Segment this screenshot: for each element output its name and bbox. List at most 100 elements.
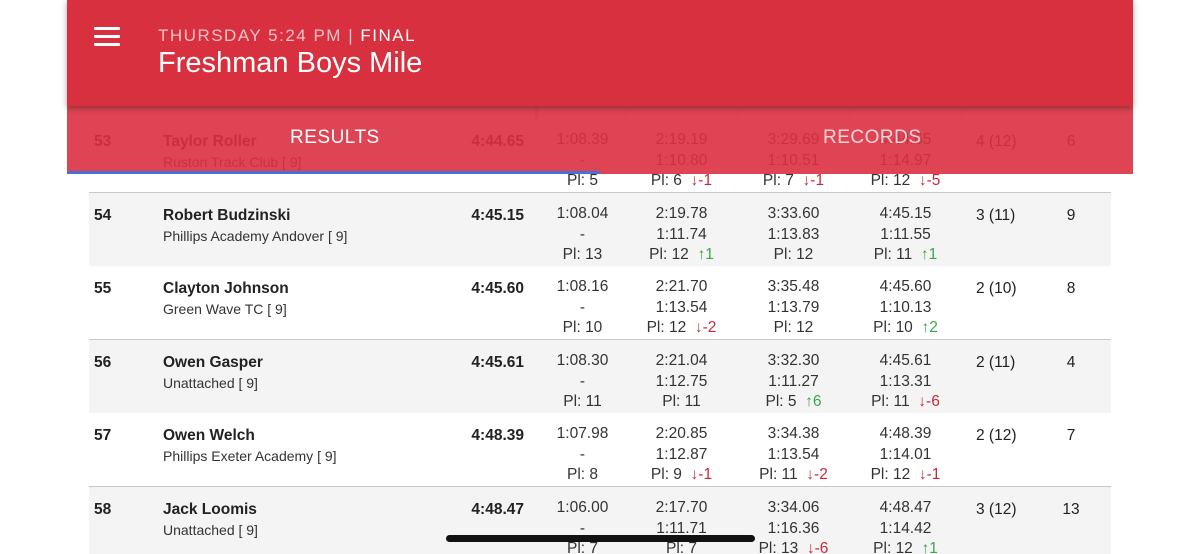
heat: 2 (12) — [976, 427, 1017, 444]
team-name: Green Wave TC [ 9] — [163, 301, 287, 317]
place: 55 — [94, 280, 112, 297]
split-place: Pl: 11 — [759, 466, 798, 483]
split-time: 3:34.06 — [767, 499, 820, 516]
split-time: 3:33.60 — [767, 205, 820, 222]
lap-time: 1:13.83 — [767, 225, 820, 243]
tab-records[interactable]: RECORDS — [823, 127, 922, 149]
place-change-down-icon: ↓ — [918, 172, 927, 189]
athlete-name[interactable]: Jack Loomis — [163, 501, 257, 519]
lap-time: - — [579, 445, 586, 463]
lap-time: - — [579, 225, 586, 243]
lap-time: 1:13.79 — [767, 298, 820, 316]
split-1: 1:08.04 - Pl: 13 — [527, 204, 638, 266]
split-place: Pl: 12 — [873, 540, 913, 554]
lane: 7 — [1066, 427, 1076, 444]
split-3: 3:34.06 1:16.36 Pl: 13 ↓-6 — [738, 498, 849, 554]
final-time: 4:45.60 — [471, 280, 524, 297]
lane: 8 — [1066, 280, 1076, 297]
lap-time: - — [579, 298, 586, 316]
table-row[interactable]: 56 Owen Gasper Unattached [ 9] 4:45.61 1:08.… — [89, 340, 1111, 414]
split-place: Pl: 12 — [773, 319, 814, 336]
split-4: 4:45.60 1:10.13 Pl: 10 ↑2 — [850, 277, 961, 339]
split-time: 2:17.70 — [655, 499, 708, 516]
athlete-name[interactable]: Clayton Johnson — [163, 280, 289, 298]
event-status: FINAL — [360, 26, 417, 45]
place-change: -5 — [926, 172, 941, 189]
lap-time: 1:12.87 — [655, 445, 708, 463]
split-time: 3:32.30 — [767, 352, 820, 369]
place-change: -1 — [698, 172, 713, 189]
team-name: Phillips Academy Andover [ 9] — [163, 228, 348, 244]
hamburger-menu-icon[interactable] — [94, 27, 120, 47]
split-place: Pl: 11 — [563, 393, 602, 410]
table-row[interactable]: 57 Owen Welch Phillips Exeter Academy [ 9]… — [89, 413, 1111, 487]
split-4: 4:48.47 1:14.42 Pl: 12 ↑1 — [850, 498, 961, 554]
place-change-down-icon: ↓ — [806, 466, 815, 483]
lane: 9 — [1066, 207, 1076, 224]
place-change: -2 — [702, 319, 717, 336]
athlete-name[interactable]: Robert Budzinski — [163, 207, 290, 225]
place-change-up-icon: ↑ — [805, 393, 813, 410]
lap-time: 1:10.13 — [879, 298, 932, 316]
split-3: 3:32.30 1:11.27 Pl: 5 ↑6 — [738, 351, 849, 413]
lap-time: 1:13.54 — [655, 298, 708, 316]
athlete-name[interactable]: Owen Welch — [163, 427, 255, 445]
final-time: 4:45.15 — [471, 207, 524, 224]
split-2: 2:21.70 1:13.54 Pl: 12 ↓-2 — [626, 277, 737, 339]
place-change: 6 — [812, 393, 822, 410]
split-place: Pl: 11 — [871, 393, 910, 410]
place-change: 2 — [929, 319, 938, 336]
split-4: 4:48.39 1:14.01 Pl: 12 ↓-1 — [850, 424, 961, 486]
event-day-time: THURSDAY 5:24 PM | — [158, 26, 361, 45]
split-time: 4:45.60 — [879, 278, 932, 295]
table-row[interactable]: 54 Robert Budzinski Phillips Academy Andov… — [89, 193, 1111, 267]
split-place: Pl: 7 — [665, 540, 697, 554]
split-time: 1:08.04 — [556, 205, 609, 222]
split-time: 3:35.48 — [767, 278, 820, 295]
place: 58 — [94, 501, 112, 518]
place-change-down-icon: ↓ — [918, 393, 927, 410]
place: 56 — [94, 354, 112, 371]
team-name: Unattached [ 9] — [163, 522, 258, 538]
split-place: Pl: 8 — [566, 466, 598, 483]
split-1: 1:06.00- Pl: 7 — [527, 498, 638, 554]
place: 57 — [94, 427, 112, 444]
place-change-up-icon: ↑ — [920, 246, 929, 263]
page-title: Freshman Boys Mile — [158, 47, 423, 79]
event-subtitle: THURSDAY 5:24 PM | FINAL — [158, 26, 416, 46]
split-time: 4:48.47 — [879, 499, 932, 516]
split-3: 3:34.38 1:13.54 Pl: 11 ↓-2 — [738, 424, 849, 486]
table-row[interactable]: 58 Jack Loomis Unattached [ 9] 4:48.47 1:06.… — [89, 487, 1111, 554]
lap-time: 1:11.27 — [768, 372, 819, 390]
split-place: Pl: 7 — [566, 540, 598, 554]
split-4: 4:45.15 1:11.55 Pl: 11 ↑1 — [850, 204, 961, 266]
lap-time: - — [579, 372, 586, 390]
place-change-down-icon: ↓ — [918, 466, 927, 483]
split-place: Pl: 10 — [562, 319, 603, 336]
home-indicator[interactable] — [446, 535, 755, 542]
lap-time: 1:11.74 — [656, 225, 707, 243]
split-place: Pl: 11 — [873, 246, 913, 263]
split-place: Pl: 12 — [773, 246, 814, 263]
place-change: -6 — [814, 540, 829, 554]
lap-time: 1:14.01 — [879, 445, 932, 463]
table-row[interactable]: 55 Clayton Johnson Green Wave TC [ 9] 4:45.… — [89, 266, 1111, 340]
final-time: 4:48.39 — [471, 427, 524, 444]
split-place: Pl: 12 — [870, 466, 911, 483]
place-change: -1 — [698, 466, 713, 483]
tab-results[interactable]: RESULTS — [290, 127, 380, 149]
heat: 2 (10) — [976, 280, 1017, 297]
athlete-name[interactable]: Owen Gasper — [163, 354, 263, 372]
split-1: 1:07.98 - Pl: 8 — [527, 424, 638, 486]
split-time: 2:19.78 — [655, 205, 708, 222]
place-change-down-icon: ↓ — [694, 319, 703, 336]
lap-time: 1:14.42 — [879, 519, 932, 537]
lap-time: 1:12.75 — [655, 372, 708, 390]
split-place: Pl: 12 — [649, 246, 689, 263]
split-place: Pl: 12 — [646, 319, 687, 336]
split-1: 1:08.30 - Pl: 11 — [527, 351, 638, 413]
split-time: 1:08.30 — [556, 352, 609, 369]
active-tab-indicator — [67, 171, 600, 174]
split-time: 2:20.85 — [655, 425, 708, 442]
split-2: 2:20.85 1:12.87 Pl: 9 ↓-1 — [626, 424, 737, 486]
